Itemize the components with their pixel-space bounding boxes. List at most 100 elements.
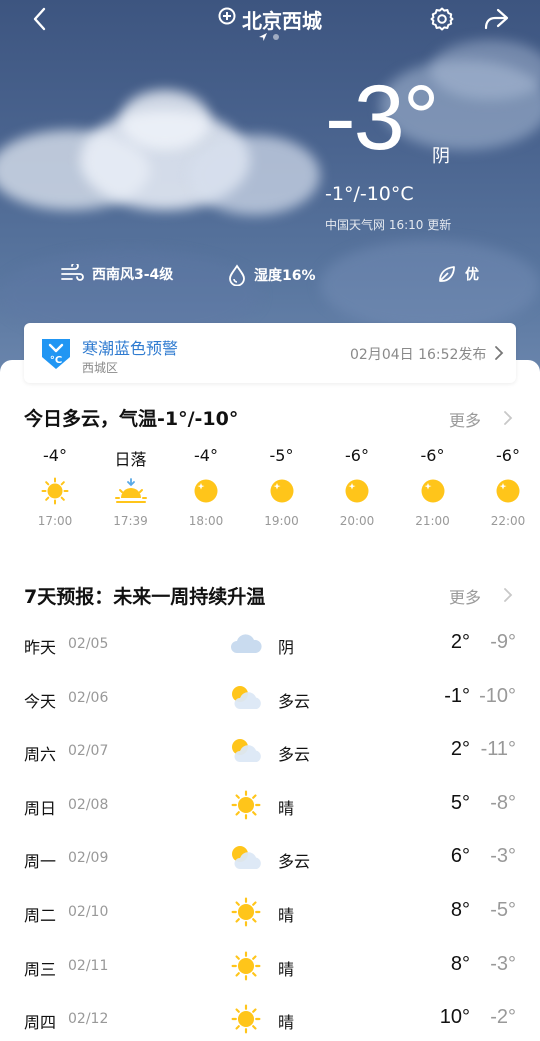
forecast-day-row[interactable]: 周六 02/07 多云 2° -11° [0,725,540,778]
hourly-item: -4° 17:00 [17,446,93,528]
hourly-temp: -6° [345,446,369,465]
day-name: 周四 [24,1013,57,1033]
alert-title: 寒潮蓝色预警 [82,339,179,358]
share-icon[interactable] [478,4,514,34]
humidity-label: 湿度16% [254,268,316,284]
day-low-temp: -8° [490,791,516,814]
leaf-icon [439,266,455,282]
hourly-item: -4° 18:00 [168,446,244,528]
partly-cloudy-icon [226,838,266,878]
day-name: 昨天 [24,638,57,657]
hourly-time: 17:00 [37,514,73,528]
day-low-temp: -2° [490,1006,516,1029]
hourly-temp: -6° [420,446,445,465]
day-high-temp: 2° [450,631,470,653]
svg-text:°C: °C [50,355,62,366]
day-low-temp: -11° [480,738,516,761]
day-high-temp: -1° [444,684,470,707]
forecast-day-row[interactable]: 周一 02/09 多云 6° -3° [0,832,540,885]
day-name: 周六 [24,745,57,765]
day-condition: 阴 [278,638,295,657]
moon-icon [470,468,540,514]
wind-icon [61,264,84,281]
wind-label: 西南风3-4级 [92,267,174,283]
day-name: 周二 [24,906,57,925]
forecast-day-row[interactable]: 周四 02/12 晴 10° -2° [0,993,540,1041]
forecast-day-row[interactable]: 今天 02/06 多云 -1° -10° [0,672,540,725]
day-name: 周一 [24,852,57,872]
day-name: 周日 [24,798,57,818]
hourly-temp: -4° [194,446,218,465]
settings-gear-icon[interactable] [424,4,460,34]
day-date: 02/06 [68,689,109,706]
moon-icon [319,468,395,514]
navigation-arrow-icon [259,33,267,41]
hourly-time: 22:00 [490,514,526,528]
sun-icon [226,785,266,825]
forecast-day-row[interactable]: 昨天 02/05 阴 2° -9° [0,618,540,671]
day-name: 今天 [24,691,57,711]
chevron-right-icon [494,345,504,365]
day-condition: 多云 [278,852,311,872]
sun-icon [17,468,93,514]
chevron-right-icon [503,410,513,430]
day-condition: 晴 [278,798,295,818]
forecast-day-row[interactable]: 周日 02/08 晴 5° -8° [0,779,540,832]
cloud-icon [226,624,266,664]
back-icon[interactable] [22,4,58,34]
day-high-temp: 8° [450,952,470,975]
current-condition: 阴 [432,146,450,167]
today-more-link[interactable]: 更多 [449,407,481,431]
wind-stat: 西南风3-4级 [60,264,173,284]
top-bar: 北京西城 [0,0,540,44]
humidity-stat: 湿度16% [228,264,316,286]
day-condition: 多云 [278,691,311,711]
day-high-temp: 2° [450,738,470,761]
partly-cloudy-icon [226,678,266,718]
update-source: 中国天气网 16:10 更新 [325,218,452,232]
location-pin-icon [218,7,236,31]
hourly-time: 18:00 [188,514,224,528]
location-name: 北京西城 [242,8,322,33]
day-low-temp: -3° [490,952,516,975]
day-low-temp: -5° [490,899,516,921]
day-date: 02/07 [68,743,109,760]
day-name: 周三 [24,959,57,979]
air-quality-stat[interactable]: 优 [437,264,479,284]
day-date: 02/12 [68,1011,109,1028]
droplet-icon [229,264,245,286]
sun-icon [226,999,266,1039]
hourly-time: 21:00 [415,514,450,528]
hourly-time: 20:00 [339,514,375,528]
sun-icon [226,892,266,932]
day-high-temp: 5° [450,791,470,814]
sun-icon [226,946,266,986]
alert-time: 02月04日 16:52发布 [350,347,487,363]
temperature-range: -1°/-10°C [325,183,414,205]
hourly-temp: 日落 [114,450,147,469]
day-condition: 晴 [278,959,295,979]
hourly-temp: -5° [269,446,294,465]
forecast-day-row[interactable]: 周二 02/10 晴 8° -5° [0,886,540,939]
day-condition: 多云 [278,745,311,765]
hourly-forecast[interactable]: -4° 17:00 日落 17:39 -4° 18:00 -5° 19:00 -6° 20:00… [17,446,540,541]
day-low-temp: -3° [490,845,516,868]
hourly-temp: -4° [43,446,67,465]
forecast-day-row[interactable]: 周三 02/11 晴 8° -3° [0,940,540,993]
day-high-temp: 8° [450,899,470,921]
day-date: 02/08 [68,796,109,813]
day-date: 02/05 [68,636,109,652]
alert-area: 西城区 [82,361,119,375]
day-low-temp: -9° [490,631,516,653]
air-quality-label: 优 [465,267,479,283]
moon-icon [244,468,320,514]
page-dot [273,34,279,40]
day-date: 02/09 [68,850,109,867]
weather-alert-card[interactable]: °C 寒潮蓝色预警 西城区 02月04日 16:52发布 [24,323,516,383]
forecast-more-link[interactable]: 更多 [449,584,481,608]
hourly-temp: -6° [496,446,520,465]
day-date: 02/11 [68,957,109,974]
location-title[interactable]: 北京西城 [218,5,322,33]
day-condition: 晴 [278,906,295,925]
day-condition: 晴 [278,1013,295,1033]
